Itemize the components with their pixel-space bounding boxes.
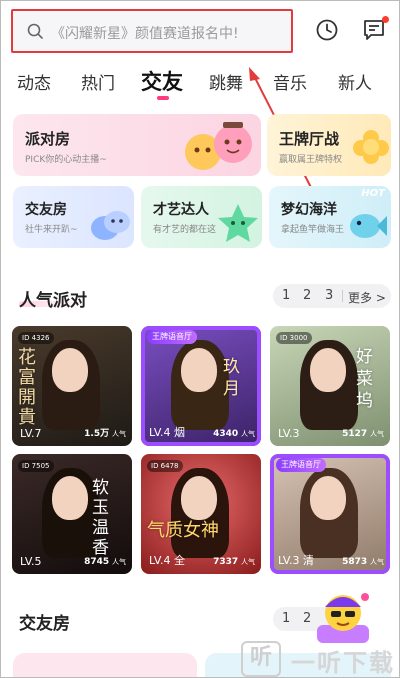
- popularity-unit: 人气: [112, 430, 126, 438]
- popularity-unit: 人气: [241, 430, 255, 438]
- page-2[interactable]: 2: [303, 611, 311, 626]
- flower-icon: [353, 130, 389, 164]
- popular-party-title: 人气派对: [19, 291, 87, 311]
- room-popularity: 5127 人气: [342, 429, 384, 439]
- page-3[interactable]: 3: [325, 288, 333, 303]
- king-voice-badge: 王牌语音厅: [276, 458, 326, 472]
- king-voice-badge: 王牌语音厅: [147, 330, 197, 344]
- king-battle-card[interactable]: 王牌厅战 赢取属王牌特权: [267, 114, 391, 176]
- party-room-subtitle: PICK你的心动主播~: [25, 155, 107, 165]
- chat-bubbles-icon: [91, 211, 130, 240]
- tab-newcomer[interactable]: 新人: [338, 69, 372, 94]
- more-link[interactable]: 更多 >: [348, 289, 386, 306]
- room-id-tag: ID 6478: [147, 460, 183, 472]
- room-card[interactable]: 玖 月 王牌语音厅 LV.4 烟 4340 人气: [141, 326, 261, 446]
- friend-room-preview[interactable]: [13, 653, 197, 677]
- ocean-card[interactable]: 梦幻海洋 拿起鱼竿做海王 HOT: [269, 186, 391, 248]
- room-card[interactable]: 气质女神 ID 6478 LV.4 全 7337 人气: [141, 454, 261, 574]
- star-mascot-icon: [218, 204, 258, 242]
- talent-title: 才艺达人: [153, 202, 209, 218]
- portrait-face: [181, 476, 217, 520]
- page-1[interactable]: 1: [282, 611, 290, 626]
- app-screen: 《闪耀新星》颜值赛道报名中! 动态 热门 交友 跳舞 音乐 新人 派对房 PIC…: [0, 0, 400, 678]
- popularity-value: 7337: [213, 557, 239, 567]
- party-room-title: 派对房: [25, 130, 71, 148]
- room-id-tag: ID 3000: [276, 332, 312, 344]
- popularity-value: 5873: [342, 557, 368, 567]
- room-id-tag: ID 7505: [18, 460, 54, 472]
- hot-tag: HOT: [361, 188, 385, 199]
- room-card[interactable]: 好 菜 坞 ID 3000 LV.3 5127 人气: [270, 326, 390, 446]
- talent-subtitle: 有才艺的都在这: [153, 225, 217, 235]
- page-1[interactable]: 1: [282, 288, 290, 303]
- room-level: LV.3 清: [278, 554, 315, 567]
- portrait-face: [52, 348, 88, 392]
- friend-room-card[interactable]: 交友房 社牛来开趴~: [13, 186, 134, 248]
- ocean-subtitle: 拿起鱼竿做海王: [281, 225, 345, 235]
- room-level: LV.3: [278, 427, 300, 440]
- tab-hot[interactable]: 热门: [81, 69, 115, 94]
- king-battle-subtitle: 赢取属王牌特权: [279, 155, 343, 165]
- popularity-value: 1.5万: [84, 429, 110, 439]
- room-calligraphy: 软 玉 温 香: [92, 478, 109, 558]
- site-watermark: 听 一听下载: [241, 637, 399, 677]
- portrait-face: [52, 476, 88, 520]
- room-popularity: 7337 人气: [213, 557, 255, 567]
- emoji-faces-icon: [185, 122, 252, 170]
- room-card[interactable]: 王牌语音厅 LV.3 清 5873 人气: [270, 454, 390, 574]
- room-level: LV.5: [20, 555, 42, 568]
- ocean-title: 梦幻海洋: [281, 202, 337, 218]
- room-card[interactable]: 软 玉 温 香 ID 7505 LV.5 8745 人气: [12, 454, 132, 574]
- tab-friends[interactable]: 交友: [141, 66, 183, 96]
- popularity-value: 4340: [213, 429, 239, 439]
- popularity-unit: 人气: [370, 558, 384, 566]
- watermark-text: 一听下载: [291, 649, 395, 677]
- watermark-logo: 听: [241, 641, 281, 677]
- pager-divider: [342, 290, 343, 302]
- room-level: LV.7: [20, 427, 42, 440]
- tab-music[interactable]: 音乐: [273, 69, 307, 94]
- category-tabs: 动态 热门 交友 跳舞 音乐 新人: [1, 63, 399, 103]
- king-battle-title: 王牌厅战: [279, 130, 340, 148]
- room-popularity: 1.5万 人气: [84, 426, 126, 439]
- room-id-tag: ID 4326: [18, 332, 54, 344]
- page-2[interactable]: 2: [303, 288, 311, 303]
- room-calligraphy: 气质女神: [147, 520, 219, 541]
- room-calligraphy: 花 富 開 貴: [18, 347, 36, 428]
- friend-room-section-title: 交友房: [19, 614, 70, 634]
- talent-card[interactable]: 才艺达人 有才艺的都在这: [141, 186, 262, 248]
- popularity-unit: 人气: [370, 430, 384, 438]
- fish-icon: [350, 214, 387, 238]
- party-room-card[interactable]: 派对房 PICK你的心动主播~: [13, 114, 261, 176]
- tab-dance[interactable]: 跳舞: [209, 69, 243, 94]
- popularity-unit: 人气: [241, 558, 255, 566]
- room-popularity: 5873 人气: [342, 557, 384, 567]
- portrait-face: [310, 348, 346, 392]
- room-card[interactable]: 花 富 開 貴 ID 4326 LV.7 1.5万 人气: [12, 326, 132, 446]
- friend-room-title: 交友房: [25, 202, 67, 218]
- popularity-unit: 人气: [112, 558, 126, 566]
- room-level: LV.4 全: [149, 554, 186, 567]
- room-popularity: 4340 人气: [213, 429, 255, 439]
- friend-room-subtitle: 社牛来开趴~: [25, 225, 78, 235]
- active-tab-indicator: [157, 96, 169, 100]
- room-popularity: 8745 人气: [84, 557, 126, 567]
- tab-dynamic[interactable]: 动态: [17, 69, 51, 94]
- popularity-value: 8745: [84, 557, 110, 567]
- popular-pager: 1 2 3 更多 >: [273, 284, 391, 308]
- room-level: LV.4 烟: [149, 426, 186, 439]
- popularity-value: 5127: [342, 429, 368, 439]
- room-calligraphy: 好 菜 坞: [356, 347, 373, 411]
